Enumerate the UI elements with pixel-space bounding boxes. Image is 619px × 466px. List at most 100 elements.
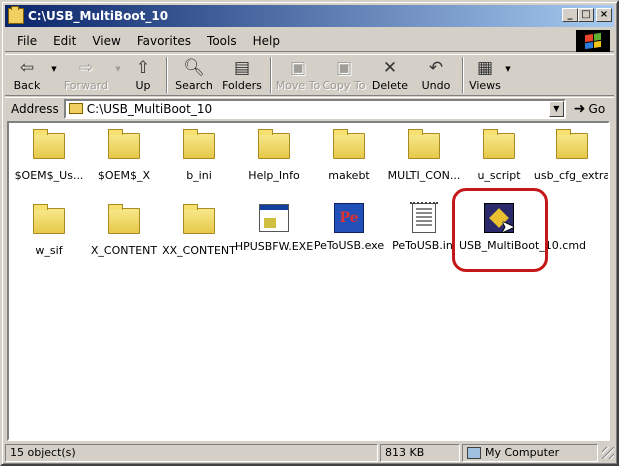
status-objects: 15 object(s) [5, 444, 378, 462]
folder-icon [258, 129, 290, 159]
folder-icon [483, 129, 515, 159]
forward-button[interactable]: ⇨ Forward [59, 55, 113, 95]
list-item[interactable]: HPUSBFW.EXE [234, 202, 314, 253]
list-item[interactable]: $OEM$_Us... [11, 127, 87, 182]
search-label: Search [175, 79, 213, 92]
address-label: Address [11, 101, 59, 116]
item-label: b_ini [186, 169, 212, 182]
toolbar-separator [462, 57, 464, 93]
undo-label: Undo [421, 79, 451, 92]
views-dropdown-icon[interactable]: ▼ [503, 65, 513, 73]
views-button[interactable]: ▦ Views [467, 55, 503, 95]
delete-label: Delete [371, 79, 409, 92]
close-button[interactable]: × [596, 8, 612, 22]
up-button[interactable]: ⇧ Up [123, 55, 163, 95]
go-label: Go [588, 101, 606, 116]
address-bar: Address C:\USB_MultiBoot_10 ▼ ➜ Go [5, 97, 614, 119]
file-list[interactable]: $OEM$_Us... $OEM$_X b_ini Help_Info make… [7, 121, 610, 441]
list-item[interactable]: X_CONTENT [86, 202, 162, 257]
folders-button[interactable]: ▤ Folders [217, 55, 267, 95]
menu-help[interactable]: Help [245, 34, 288, 48]
menu-favorites[interactable]: Favorites [129, 34, 199, 48]
menu-view[interactable]: View [84, 34, 128, 48]
list-item[interactable]: MULTI_CON... [386, 127, 462, 182]
my-computer-icon [467, 447, 481, 459]
item-label: usb_cfg_extra [533, 169, 610, 182]
title-bar[interactable]: C:\USB_MultiBoot_10 _ □ × [5, 5, 614, 27]
list-item[interactable]: PeToUSB.ini [386, 202, 462, 252]
address-dropdown-icon[interactable]: ▼ [548, 100, 564, 117]
copy-to-button[interactable]: ▣ Copy To [321, 55, 367, 95]
views-label: Views [469, 79, 501, 92]
search-button[interactable]: 🔍︎ Search [171, 55, 217, 95]
move-to-icon: ▣ [289, 58, 307, 78]
explorer-window: C:\USB_MultiBoot_10 _ □ × File Edit View… [0, 0, 619, 466]
exe-icon [259, 204, 289, 232]
item-label: Help_Info [248, 169, 300, 182]
folder-icon [183, 204, 215, 234]
address-value: C:\USB_MultiBoot_10 [86, 101, 213, 116]
app-icon: Pe [334, 203, 364, 233]
search-icon: 🔍︎ [183, 58, 205, 78]
delete-icon: ✕ [382, 58, 398, 78]
item-label: $OEM$_Us... [14, 169, 84, 182]
item-label: X_CONTENT [90, 244, 158, 257]
back-arrow-icon: ⇦ [19, 58, 35, 78]
item-label: PeToUSB.ini [392, 239, 456, 252]
go-button[interactable]: ➜ Go [574, 101, 605, 117]
menu-file[interactable]: File [5, 34, 45, 48]
forward-arrow-icon: ⇨ [78, 58, 94, 78]
menu-bar: File Edit View Favorites Tools Help [5, 30, 614, 52]
list-item[interactable]: w_sif [11, 202, 87, 257]
copy-to-label: Copy To [322, 79, 366, 92]
up-label: Up [135, 79, 151, 92]
delete-button[interactable]: ✕ Delete [367, 55, 413, 95]
list-item[interactable]: Help_Info [236, 127, 312, 182]
back-button[interactable]: ⇦ Back [5, 55, 49, 95]
minimize-button[interactable]: _ [562, 8, 578, 22]
folder-icon [408, 129, 440, 159]
undo-icon: ↶ [428, 58, 444, 78]
list-item[interactable]: $OEM$_X [86, 127, 162, 182]
forward-dropdown-icon[interactable]: ▼ [113, 65, 123, 73]
status-bar: 15 object(s) 813 KB My Computer [5, 443, 614, 463]
folder-icon [33, 129, 65, 159]
move-to-button[interactable]: ▣ Move To [275, 55, 321, 95]
status-size: 813 KB [380, 444, 460, 462]
status-location-label: My Computer [485, 446, 560, 459]
folder-icon [183, 129, 215, 159]
window-title: C:\USB_MultiBoot_10 [28, 9, 169, 23]
folders-icon: ▤ [233, 58, 251, 78]
item-label: PeToUSB.exe [313, 239, 385, 252]
maximize-button[interactable]: □ [578, 8, 594, 22]
menu-edit[interactable]: Edit [45, 34, 84, 48]
status-location: My Computer [462, 444, 598, 462]
item-label: w_sif [35, 244, 63, 257]
back-dropdown-icon[interactable]: ▼ [49, 65, 59, 73]
forward-label: Forward [63, 79, 109, 92]
list-item[interactable]: XX_CONTENT [161, 202, 237, 257]
list-item[interactable]: b_ini [161, 127, 237, 182]
folder-icon [33, 204, 65, 234]
item-label: $OEM$_X [97, 169, 151, 182]
copy-to-icon: ▣ [335, 58, 353, 78]
back-label: Back [13, 79, 41, 92]
folders-label: Folders [222, 79, 262, 92]
item-label: MULTI_CON... [387, 169, 461, 182]
toolbar: ⇦ Back ▼ ⇨ Forward ▼ ⇧ Up 🔍︎ Search ▤ Fo… [5, 54, 614, 96]
highlight-ring [452, 188, 548, 272]
folder-icon [556, 129, 588, 159]
list-item[interactable]: usb_cfg_extra [532, 127, 610, 182]
toolbar-separator [166, 57, 168, 93]
resize-grip[interactable] [602, 447, 614, 459]
windows-logo-icon [576, 30, 610, 52]
address-input[interactable]: C:\USB_MultiBoot_10 ▼ [63, 98, 566, 119]
list-item[interactable]: makebt [311, 127, 387, 182]
folder-icon [108, 204, 140, 234]
undo-button[interactable]: ↶ Undo [413, 55, 459, 95]
item-label: HPUSBFW.EXE [234, 240, 314, 253]
menu-tools[interactable]: Tools [199, 34, 245, 48]
go-arrow-icon: ➜ [573, 100, 586, 117]
list-item[interactable]: Pe PeToUSB.exe [310, 202, 388, 252]
list-item[interactable]: u_script [461, 127, 537, 182]
